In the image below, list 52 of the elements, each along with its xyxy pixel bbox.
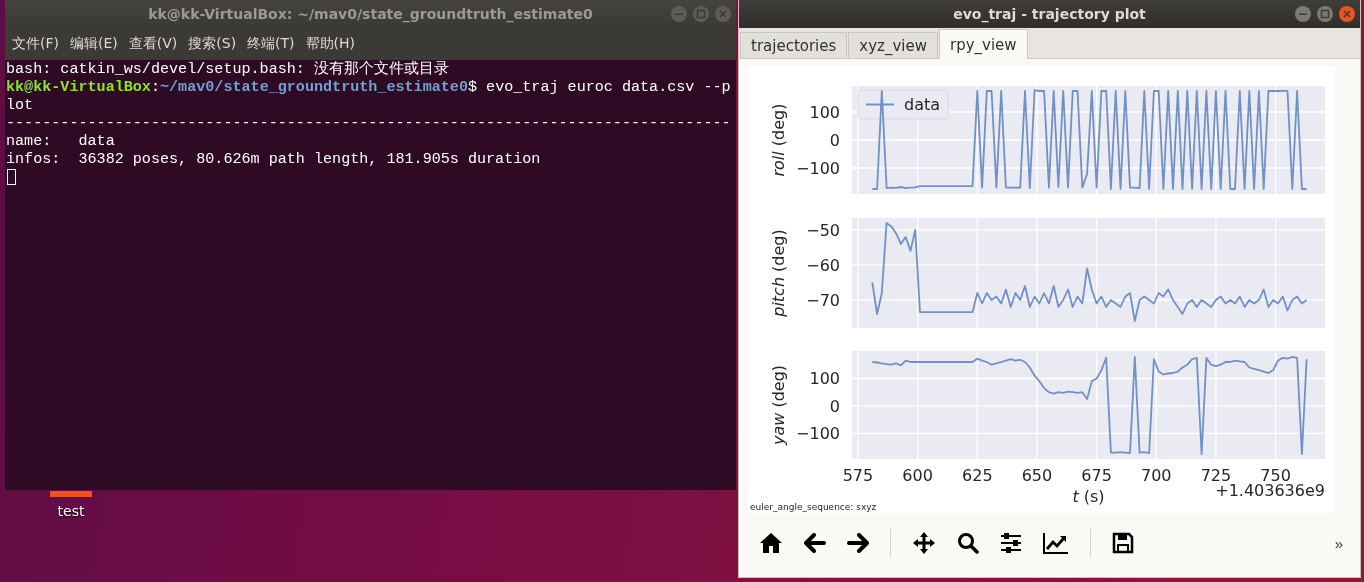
desktop-icon-label[interactable]: test (31, 501, 111, 522)
terminal-line: -------------------------------------------------------------------------------- (6, 114, 732, 132)
tick-label: 100 (809, 103, 840, 122)
tick-label: 100 (809, 369, 840, 389)
terminal-line: infos: 36382 poses, 80.626m path length, 181.905s duration (6, 150, 542, 168)
axis-label: roll (deg) (768, 103, 788, 177)
legend: data (857, 89, 949, 120)
overflow-button[interactable]: » (1334, 534, 1343, 552)
tick-label: −60 (806, 255, 840, 275)
tick-label: 0 (829, 396, 840, 416)
footnote: euler_angle_sequence: sxyz (750, 502, 877, 512)
move-icon[interactable] (912, 531, 936, 555)
menu-item[interactable]: 帮助(H) (305, 35, 356, 53)
axis-label: pitch (deg) (768, 229, 788, 317)
menu-item[interactable]: 搜索(S) (188, 35, 237, 53)
minimize-icon[interactable] (1294, 5, 1312, 23)
tick-label: −100 (796, 159, 840, 178)
tick-label: 575 (842, 466, 874, 485)
search-icon[interactable] (957, 532, 979, 554)
forward-arrow-icon[interactable] (847, 533, 869, 553)
axis-label: t (s) (1072, 487, 1105, 507)
text-cursor (7, 169, 16, 185)
window-title: kk@kk-VirtualBox: ~/mav0/state_groundtruth_estimate0 (148, 6, 593, 22)
window-title: evo_traj - trajectory plot (953, 6, 1146, 22)
save-icon[interactable] (1112, 532, 1134, 554)
tab[interactable]: xyz_view (848, 32, 938, 58)
menu-item[interactable]: 终端(T) (247, 35, 295, 53)
tick-label: 0 (829, 131, 840, 150)
terminal-line: kk@kk-VirtualBox:~/mav0/state_groundtruth_estimate0$ evo_traj euroc data.csv --plot (6, 78, 732, 114)
terminal-line: name: data (6, 132, 116, 150)
tab[interactable]: rpy_view (939, 29, 1028, 59)
terminal-line: bash: catkin_ws/devel/setup.bash: 没有那个文件或目录 (6, 60, 450, 78)
tick-label: −70 (806, 290, 840, 310)
tick-label: 600 (902, 466, 933, 485)
close-icon[interactable] (1338, 5, 1356, 23)
sliders-icon[interactable] (1000, 533, 1022, 553)
tick-label: 700 (1141, 466, 1172, 485)
back-arrow-icon[interactable] (804, 533, 826, 553)
home-icon[interactable] (759, 532, 783, 554)
tick-label: −50 (806, 220, 840, 240)
menu-item[interactable]: 编辑(E) (70, 35, 118, 53)
maximize-icon[interactable] (1316, 5, 1334, 23)
tick-label: 650 (1021, 466, 1053, 485)
tick-label: 675 (1081, 466, 1112, 485)
tick-label: 625 (962, 466, 993, 485)
menu-item[interactable]: 文件(F) (12, 35, 59, 53)
tab[interactable]: trajectories (740, 32, 848, 58)
legend-label: data (904, 95, 941, 114)
line-chart-icon[interactable] (1043, 532, 1069, 554)
axis-label: yaw (deg) (768, 364, 788, 446)
menu-item[interactable]: 查看(V) (128, 35, 178, 53)
tick-label: −100 (796, 424, 840, 444)
